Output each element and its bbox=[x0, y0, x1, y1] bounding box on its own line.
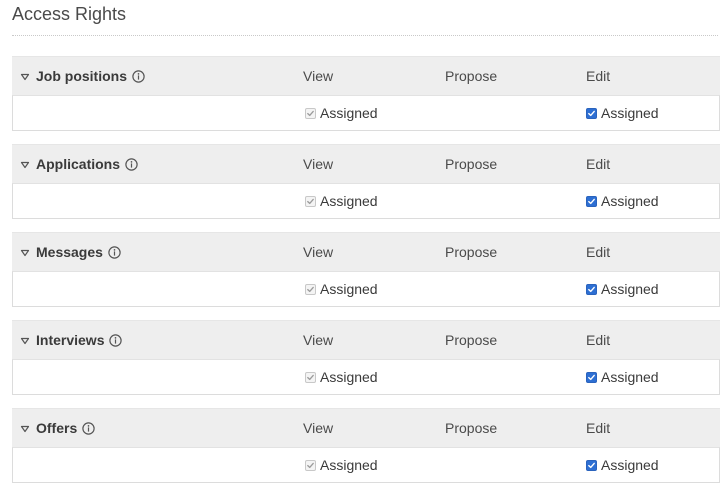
column-propose-label: Propose bbox=[445, 68, 498, 84]
column-view-label: View bbox=[303, 244, 334, 260]
page-title: Access Rights bbox=[12, 4, 127, 24]
edit-assigned-checkbox[interactable] bbox=[586, 459, 597, 471]
section-title: Messages bbox=[36, 244, 103, 260]
section-title: Applications bbox=[36, 156, 121, 172]
info-circle-icon[interactable] bbox=[82, 421, 95, 435]
column-view-label: View bbox=[303, 420, 334, 436]
view-assigned-checkbox bbox=[305, 459, 316, 471]
column-propose-label: Propose bbox=[445, 332, 498, 348]
view-assigned-label: Assigned bbox=[320, 369, 378, 385]
section-header[interactable]: Messages View Propose Edit bbox=[12, 232, 720, 271]
view-assigned-checkbox bbox=[305, 195, 316, 207]
caret-down-icon[interactable] bbox=[20, 248, 30, 258]
section-header[interactable]: Applications View Propose Edit bbox=[12, 144, 720, 183]
info-circle-icon[interactable] bbox=[108, 245, 121, 259]
check-icon bbox=[588, 110, 595, 116]
edit-assigned-option[interactable]: Assigned bbox=[586, 193, 659, 209]
access-section-interviews: Interviews View Propose Edit Assigned As… bbox=[12, 320, 720, 395]
section-body: Assigned Assigned bbox=[12, 359, 720, 395]
access-section-messages: Messages View Propose Edit Assigned Assi… bbox=[12, 232, 720, 307]
view-assigned-option: Assigned bbox=[305, 369, 378, 385]
view-assigned-checkbox bbox=[305, 371, 316, 383]
edit-assigned-checkbox[interactable] bbox=[586, 195, 597, 207]
edit-assigned-label[interactable]: Assigned bbox=[601, 369, 659, 385]
column-edit-label: Edit bbox=[586, 420, 611, 436]
view-assigned-label: Assigned bbox=[320, 193, 378, 209]
info-circle-icon[interactable] bbox=[109, 333, 123, 347]
view-assigned-option: Assigned bbox=[305, 193, 378, 209]
edit-assigned-checkbox[interactable] bbox=[586, 283, 597, 295]
edit-assigned-checkbox[interactable] bbox=[586, 371, 597, 383]
caret-down-icon[interactable] bbox=[20, 160, 30, 170]
section-title: Offers bbox=[36, 420, 78, 436]
check-icon bbox=[588, 462, 595, 468]
edit-assigned-option[interactable]: Assigned bbox=[586, 281, 659, 297]
view-assigned-label: Assigned bbox=[320, 457, 378, 473]
check-icon bbox=[307, 198, 314, 204]
caret-down-icon[interactable] bbox=[20, 72, 30, 82]
view-assigned-option: Assigned bbox=[305, 457, 378, 473]
column-edit-label: Edit bbox=[586, 332, 611, 348]
section-title: Job positions bbox=[36, 68, 127, 84]
access-section-applications: Applications View Propose Edit Assigned bbox=[12, 144, 720, 219]
edit-assigned-label[interactable]: Assigned bbox=[601, 457, 659, 473]
view-assigned-label: Assigned bbox=[320, 105, 378, 121]
column-view-label: View bbox=[303, 332, 334, 348]
edit-assigned-option[interactable]: Assigned bbox=[586, 457, 659, 473]
view-assigned-label: Assigned bbox=[320, 281, 378, 297]
view-assigned-checkbox bbox=[305, 283, 316, 295]
edit-assigned-label[interactable]: Assigned bbox=[601, 193, 659, 209]
view-assigned-checkbox bbox=[305, 107, 316, 119]
section-body: Assigned Assigned bbox=[12, 183, 720, 219]
title-divider bbox=[12, 35, 718, 36]
column-edit-label: Edit bbox=[586, 244, 611, 260]
section-body: Assigned Assigned bbox=[12, 95, 720, 131]
edit-assigned-label[interactable]: Assigned bbox=[601, 105, 659, 121]
check-icon bbox=[307, 286, 314, 292]
check-icon bbox=[588, 198, 595, 204]
access-section-job-positions: Job positions View Propose Edit Assigned bbox=[12, 56, 720, 131]
section-title: Interviews bbox=[36, 332, 105, 348]
section-body: Assigned Assigned bbox=[12, 271, 720, 307]
view-assigned-option: Assigned bbox=[305, 281, 378, 297]
check-icon bbox=[307, 110, 314, 116]
access-section-offers: Offers View Propose Edit Assigned Assign… bbox=[12, 408, 720, 483]
column-view-label: View bbox=[303, 68, 334, 84]
check-icon bbox=[588, 374, 595, 380]
section-body: Assigned Assigned bbox=[12, 447, 720, 483]
info-circle-icon[interactable] bbox=[132, 69, 145, 83]
section-header[interactable]: Offers View Propose Edit bbox=[12, 408, 720, 447]
check-icon bbox=[588, 286, 595, 292]
edit-assigned-label[interactable]: Assigned bbox=[601, 281, 659, 297]
caret-down-icon[interactable] bbox=[20, 336, 30, 346]
section-header[interactable]: Job positions View Propose Edit bbox=[12, 56, 720, 95]
check-icon bbox=[307, 374, 314, 380]
column-propose-label: Propose bbox=[445, 420, 498, 436]
info-circle-icon[interactable] bbox=[125, 157, 138, 171]
column-propose-label: Propose bbox=[445, 244, 498, 260]
caret-down-icon[interactable] bbox=[20, 424, 30, 434]
view-assigned-option: Assigned bbox=[305, 105, 378, 121]
edit-assigned-option[interactable]: Assigned bbox=[586, 369, 659, 385]
edit-assigned-checkbox[interactable] bbox=[586, 107, 597, 119]
column-propose-label: Propose bbox=[445, 156, 498, 172]
column-edit-label: Edit bbox=[586, 68, 611, 84]
check-icon bbox=[307, 462, 314, 468]
edit-assigned-option[interactable]: Assigned bbox=[586, 105, 659, 121]
section-header[interactable]: Interviews View Propose Edit bbox=[12, 320, 720, 359]
column-edit-label: Edit bbox=[586, 156, 611, 172]
column-view-label: View bbox=[303, 156, 334, 172]
